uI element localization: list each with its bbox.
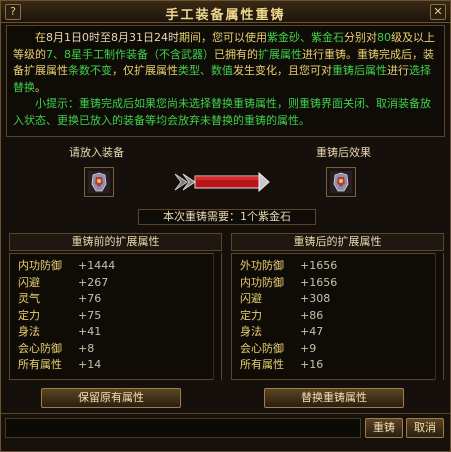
keep-original-button[interactable]: 保留原有属性 (41, 388, 181, 408)
info-text-segment: 发生变化，且您可对 (233, 64, 332, 77)
attribute-row: 定力 +75 (18, 308, 213, 325)
window-title: 手工装备属性重铸 (165, 8, 286, 23)
attribute-name: 闪避 (240, 292, 262, 305)
attribute-name: 内功防御 (18, 259, 62, 272)
attribute-value: +86 (300, 308, 324, 322)
info-text-segment: 类型、数值 (178, 64, 233, 77)
attribute-row: 会心防御 +8 (18, 341, 213, 358)
info-text-segment: 期间，您可以使用 (179, 31, 267, 44)
insert-equipment-label: 请放入装备 (69, 146, 124, 159)
attribute-value: +9 (300, 341, 317, 355)
attribute-name: 定力 (18, 308, 40, 322)
info-text-segment: 紫金砂、紫金石 (267, 31, 344, 44)
info-panel: 在8月1日0时至8月31日24时期间，您可以使用紫金砂、紫金石分别对80级及以上… (6, 25, 445, 137)
attribute-row: 身法 +41 (18, 324, 213, 341)
info-text-segment: ，仅扩展属性 (112, 64, 178, 77)
info-text-segment: 扩展属性 (258, 47, 302, 61)
attribute-value: +14 (78, 358, 102, 371)
after-attributes-list: 外功防御 +1656 内功防御 +1656 闪避 +308 定力 +86 身法 +47 会心防御 +9… (231, 253, 444, 380)
attribute-value: +267 (78, 275, 109, 289)
before-attributes-header: 重铸前的扩展属性 (9, 233, 222, 251)
info-text-segment: 在 (35, 31, 46, 44)
attribute-row: 闪避 +308 (240, 291, 435, 308)
info-text-segment: 条数不变 (68, 64, 112, 77)
info-text-segment: 重铸后属性 (332, 64, 387, 77)
info-text-segment: 星手工制作装备（不含武器） (71, 47, 214, 61)
attribute-name: 定力 (240, 308, 262, 322)
attribute-value: +8 (78, 341, 95, 355)
armor-glove-icon (330, 171, 352, 193)
attribute-name: 所有属性 (18, 358, 62, 371)
attribute-value: +41 (78, 325, 102, 338)
attribute-value: +75 (78, 308, 102, 322)
attribute-name: 灵气 (18, 292, 40, 305)
before-attributes-list: 内功防御 +1444 闪避 +267 灵气 +76 定力 +75 身法 +41 会心防御 +8 所有属性… (9, 253, 222, 380)
attribute-name: 内功防御 (240, 275, 284, 289)
tip-paragraph: 小提示：重铸完成后如果您尚未选择替换重铸属性，则重铸界面关闭、取消装备放入状态、… (13, 97, 431, 127)
attribute-row: 会心防御 +9 (240, 341, 435, 358)
attribute-row: 所有属性 +16 (240, 357, 435, 374)
attribute-name: 会心防御 (240, 341, 284, 355)
attribute-value: +1444 (78, 259, 116, 272)
attribute-value: +1656 (300, 275, 338, 289)
cancel-button[interactable]: 取消 (406, 418, 444, 438)
attribute-row: 内功防御 +1656 (240, 275, 435, 292)
info-paragraph: 在8月1日0时至8月31日24时期间，您可以使用紫金砂、紫金石分别对80级及以上… (13, 30, 438, 96)
info-text-segment: 分别对 (344, 31, 377, 44)
attribute-name: 身法 (18, 325, 40, 338)
bottom-bar: 重铸 取消 (1, 413, 450, 451)
result-slot (326, 167, 356, 197)
chat-input[interactable] (5, 418, 361, 438)
attribute-row: 灵气 +76 (18, 291, 213, 308)
info-text-segment: 80 (377, 31, 391, 44)
after-attributes-header: 重铸后的扩展属性 (231, 233, 444, 251)
close-icon: ✕ (433, 5, 443, 18)
armor-glove-icon (88, 171, 110, 193)
info-text-segment: 8月1日0时至8月31日24时 (46, 31, 179, 44)
attribute-value: +308 (300, 292, 331, 305)
close-button[interactable]: ✕ (430, 4, 446, 20)
attribute-row: 所有属性 +14 (18, 357, 213, 374)
attribute-name: 会心防御 (18, 341, 62, 355)
recast-cost: 本次重铸需要：1个紫金石 (138, 209, 316, 225)
recast-window: ? 手工装备属性重铸 ✕ 在8月1日0时至8月31日24时期间，您可以使用紫金砂… (0, 0, 451, 452)
info-text-segment: 7、8 (46, 47, 71, 61)
attribute-name: 闪避 (18, 275, 40, 289)
before-scrollbar[interactable] (213, 253, 221, 380)
replace-attributes-button[interactable]: 替换重铸属性 (264, 388, 404, 408)
attribute-row: 闪避 +267 (18, 275, 213, 292)
attribute-row: 身法 +47 (240, 324, 435, 341)
attribute-name: 身法 (240, 325, 262, 338)
attribute-value: +1656 (300, 259, 338, 272)
result-label: 重铸后效果 (316, 146, 371, 159)
recast-arrow-icon (174, 171, 270, 193)
title-bar: ? 手工装备属性重铸 ✕ (1, 1, 450, 23)
after-scrollbar[interactable] (435, 253, 443, 380)
attribute-name: 所有属性 (240, 358, 284, 371)
equipment-slot[interactable] (84, 167, 114, 197)
attribute-value: +16 (300, 358, 324, 371)
attribute-value: +47 (300, 325, 324, 338)
attribute-row: 内功防御 +1444 (18, 258, 213, 275)
recast-button[interactable]: 重铸 (365, 418, 403, 438)
attribute-row: 外功防御 +1656 (240, 258, 435, 275)
attribute-value: +76 (78, 292, 102, 305)
info-text-segment: 已拥有的 (214, 47, 258, 61)
info-text-segment: 进行 (387, 64, 409, 77)
info-text-segment: 。 (35, 80, 46, 94)
attribute-row: 定力 +86 (240, 308, 435, 325)
attribute-name: 外功防御 (240, 259, 284, 272)
